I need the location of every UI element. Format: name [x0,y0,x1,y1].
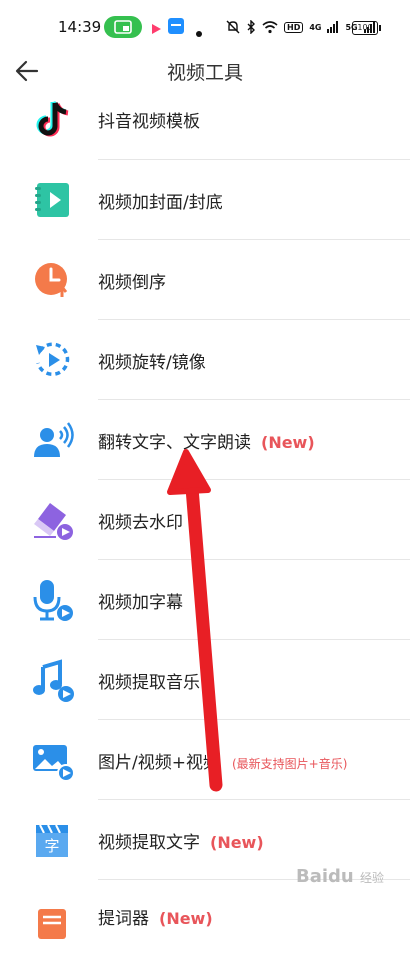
item-label: 图片/视频+视频 (最新支持图片+音乐) [98,748,347,773]
watermark-sub: 经验 [360,871,385,885]
speaker-person-icon [30,417,76,463]
item-label: 视频提取音乐 [98,668,200,693]
item-label: 视频倒序 [98,268,166,293]
item-label: 视频加字幕 [98,588,183,613]
video-cover-icon [30,177,76,223]
item-label-text: 抖音视频模板 [98,112,200,132]
list-item-video-reverse[interactable]: 视频倒序 [0,240,410,320]
item-label-text: 视频去水印 [98,513,183,533]
status-time: 14:39 [58,18,102,36]
watermark: Baidu 经验 [296,866,384,887]
list-item-teleprompter[interactable]: 提词器 (New) [0,880,410,960]
hd-badge: HD [284,21,304,33]
new-badge: (New) [261,433,315,452]
item-label: 视频去水印 [98,508,183,533]
wifi-icon [262,21,278,34]
watermark-brand: Baidu [296,866,354,887]
item-label-text: 视频提取文字 [98,833,200,853]
status-bar: 14:39 HD 4G 5G 100 [0,0,410,50]
bluetooth-icon [247,20,255,34]
item-label-text: 图片/视频+视频 [98,753,220,773]
list-item-remove-watermark[interactable]: 视频去水印 [0,480,410,560]
app-notification-icon-2 [168,18,184,38]
microphone-icon [30,577,76,623]
list-item-video-cover[interactable]: 视频加封面/封底 [0,160,410,240]
list-item-add-subtitle[interactable]: 视频加字幕 [0,560,410,640]
eraser-icon [30,497,76,543]
item-label: 抖音视频模板 [98,107,200,132]
new-badge: (New) [159,909,213,928]
item-label-text: 视频旋转/镜像 [98,353,206,373]
teleprompter-icon [30,897,76,943]
item-label: 提词器 (New) [98,904,213,929]
item-label-text: 视频加字幕 [98,593,183,613]
screen-cast-indicator [104,16,142,38]
image-video-icon [30,737,76,783]
signal-icon [327,21,339,33]
list-item-image-video-merge[interactable]: 图片/视频+视频 (最新支持图片+音乐) [0,720,410,800]
item-label-text: 视频倒序 [98,273,166,293]
list-item-tiktok-template[interactable]: 抖音视频模板 [0,80,410,160]
list-item-extract-music[interactable]: 视频提取音乐 [0,640,410,720]
list-item-video-rotate[interactable]: 视频旋转/镜像 [0,320,410,400]
item-note: (最新支持图片+音乐) [231,757,348,771]
icon-glyph: 字 [44,837,59,855]
rotate-icon [30,337,76,383]
item-label-text: 视频加封面/封底 [98,193,223,213]
battery-indicator: 100 [352,21,381,35]
item-label: 视频提取文字 (New) [98,828,264,853]
music-note-icon [30,657,76,703]
item-label-text: 视频提取音乐 [98,673,200,693]
network-label-1: 4G [309,22,322,32]
item-label: 视频旋转/镜像 [98,348,206,373]
clapper-text-icon: 字 [30,817,76,863]
dot-icon [196,22,202,41]
item-label-text: 提词器 [98,909,149,929]
item-label: 翻转文字、文字朗读 (New) [98,428,315,453]
tiktok-icon [30,97,76,143]
list-item-flip-text-read[interactable]: 翻转文字、文字朗读 (New) [0,400,410,480]
mute-icon [226,20,240,34]
item-label: 视频加封面/封底 [98,188,223,213]
reverse-clock-icon [30,257,76,303]
app-notification-icon [150,20,162,39]
item-label-text: 翻转文字、文字朗读 [98,433,251,453]
new-badge: (New) [210,833,264,852]
